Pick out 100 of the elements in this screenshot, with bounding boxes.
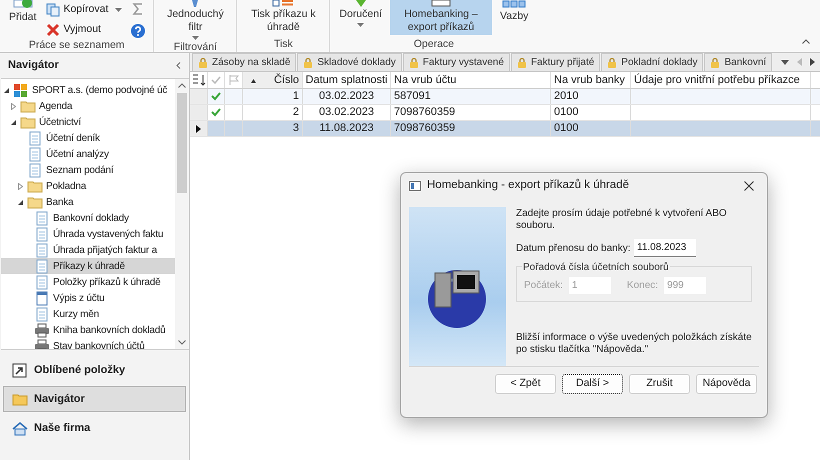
document-icon — [27, 146, 43, 162]
ribbon-button[interactable]: Doručení — [334, 0, 387, 28]
tree-item[interactable]: Úhrada vystavených faktu — [1, 226, 175, 242]
column-header[interactable]: Na vrub banky — [551, 72, 631, 88]
column-header[interactable]: Na vrub účtu — [391, 72, 551, 88]
collapsed-arrow-icon — [11, 102, 16, 110]
cross-icon — [46, 23, 60, 37]
field-label: Konec: — [626, 279, 658, 293]
table-cell-text: 587091 — [394, 89, 431, 104]
column-header[interactable]: Datum splatnosti — [303, 72, 391, 88]
folder-icon — [12, 392, 28, 406]
tree-item[interactable]: Seznam podání — [1, 162, 175, 178]
table-cell-text: 3 — [292, 121, 299, 136]
collapse-ribbon-icon — [802, 39, 810, 44]
tab[interactable]: Skladové doklady — [297, 53, 402, 71]
ribbon-group-label: Tisk — [274, 38, 293, 51]
table-row[interactable]: 3 11.08.2023 7098760359 0100 — [190, 121, 820, 137]
collapse-icon — [176, 62, 181, 69]
tree-item[interactable]: Účetní deník — [1, 130, 175, 146]
tab[interactable]: Zásoby na skladě — [192, 53, 296, 71]
dialog-button[interactable]: Další > — [562, 374, 623, 394]
sigma-icon — [132, 3, 144, 15]
ribbon-button[interactable]: Vazby — [495, 0, 534, 24]
tree-item[interactable]: Kniha bankovních dokladů — [1, 322, 175, 338]
dropdown-icon — [781, 60, 789, 64]
tree-item[interactable]: Výpis z účtu — [1, 290, 175, 306]
folder-icon — [20, 98, 36, 114]
table-cell-text: 11.08.2023 — [319, 121, 374, 136]
panel-title: Navigátor — [8, 58, 59, 74]
date-field[interactable]: 11.08.2023 — [634, 239, 696, 257]
padlock-icon — [198, 57, 208, 68]
tree-item[interactable]: Příkazy k úhradě — [1, 258, 175, 274]
table-cell-text: 7098760359 — [394, 121, 456, 136]
document-icon — [34, 242, 50, 258]
tree-item[interactable]: Agenda — [1, 98, 175, 114]
panel-button[interactable]: Oblíbené položky — [3, 357, 186, 383]
info-text: Bližší informace o výše uvedených položkách získáte po stisku tlačítka "Nápověda." — [516, 332, 753, 356]
document-icon — [431, 0, 451, 7]
tab[interactable]: Faktury přijaté — [510, 53, 600, 71]
ribbon-button[interactable]: Homebanking – export příkazů — [390, 0, 492, 35]
document-icon — [27, 130, 43, 146]
dialog-button[interactable]: Zrušit — [629, 374, 690, 394]
tree-item[interactable]: Úhrada přijatých faktur a — [1, 242, 175, 258]
table-cell-text: 7098760359 — [394, 105, 456, 120]
table-row[interactable]: 2 03.02.2023 7098760359 0100 — [190, 105, 820, 121]
tab[interactable]: Faktury vystavené — [402, 53, 510, 71]
table-cell-text: 03.02.2023 — [318, 89, 374, 104]
folder-icon — [27, 178, 43, 194]
column-header[interactable]: Číslo — [243, 72, 303, 88]
dialog-button[interactable]: < Zpět — [495, 374, 556, 394]
instruction-text: Zadejte prosím údaje potřebné k vytvoření ABO souboru. — [516, 208, 728, 232]
padlock-icon — [516, 57, 527, 68]
current-row-icon — [196, 124, 201, 132]
tree-item[interactable]: Účetní analýzy — [1, 146, 175, 162]
scrollbar[interactable] — [175, 79, 189, 349]
tree-item[interactable]: Účetnictví — [1, 114, 175, 130]
ribbon-button[interactable]: Přidat — [4, 0, 42, 25]
dialog-button[interactable]: Nápověda — [696, 374, 757, 394]
field-label: Počátek: — [524, 279, 563, 293]
table-row[interactable]: 1 03.02.2023 587091 2010 — [190, 89, 820, 105]
tree-item[interactable]: Kurzy měn — [1, 306, 175, 322]
tab[interactable]: Pokladní doklady — [601, 53, 704, 71]
folder-icon — [20, 114, 36, 130]
scrollbar-thumb[interactable] — [177, 93, 187, 193]
padlock-icon — [408, 57, 419, 68]
column-header[interactable]: Údaje pro vnitřní potřebu příkazce — [631, 72, 811, 88]
close-icon — [744, 181, 754, 191]
document-icon — [34, 210, 50, 226]
tab[interactable]: Bankovní — [704, 53, 772, 71]
ribbon-button[interactable]: Tisk příkazu k úhradě — [241, 0, 326, 35]
tree-item[interactable]: Bankovní doklady — [1, 210, 175, 226]
tree-item[interactable]: Banka — [1, 194, 175, 210]
padlock-icon — [303, 57, 314, 68]
help-button[interactable] — [130, 23, 146, 39]
ribbon-button[interactable]: Vyjmout — [44, 21, 124, 39]
padlock-icon — [607, 57, 618, 68]
panel-button[interactable]: Naše firma — [3, 415, 186, 441]
scroll-right-icon — [810, 58, 815, 66]
ribbon-button[interactable]: Kopírovat — [44, 1, 124, 19]
house-icon — [12, 420, 28, 436]
grid-icon — [502, 0, 526, 9]
document-icon — [27, 162, 43, 178]
copy-icon — [46, 3, 60, 17]
document-icon — [34, 226, 50, 242]
document-icon — [34, 306, 50, 322]
tree-item[interactable]: Položky příkazů k úhradě — [1, 274, 175, 290]
scroll-down-icon — [178, 340, 186, 345]
panel-button[interactable]: Navigátor — [3, 386, 186, 412]
tree-item[interactable]: SPORT a.s. (demo podvojné úč — [1, 82, 175, 98]
ribbon-button[interactable]: Jednoduchý filtr — [158, 0, 232, 41]
table-cell-text: 1 — [292, 89, 299, 104]
table-cell-text: 2 — [292, 105, 299, 120]
window-icon — [409, 181, 421, 191]
ribbon-group-label: Filtrování — [174, 41, 217, 52]
tree-item[interactable]: Pokladna — [1, 178, 175, 194]
table-cell-text: 2010 — [554, 89, 578, 104]
funnel-icon — [190, 0, 200, 7]
padlock-icon — [710, 57, 720, 68]
collapsed-arrow-icon — [18, 182, 23, 190]
tree-item[interactable]: Stav bankovních účtů — [1, 338, 175, 349]
